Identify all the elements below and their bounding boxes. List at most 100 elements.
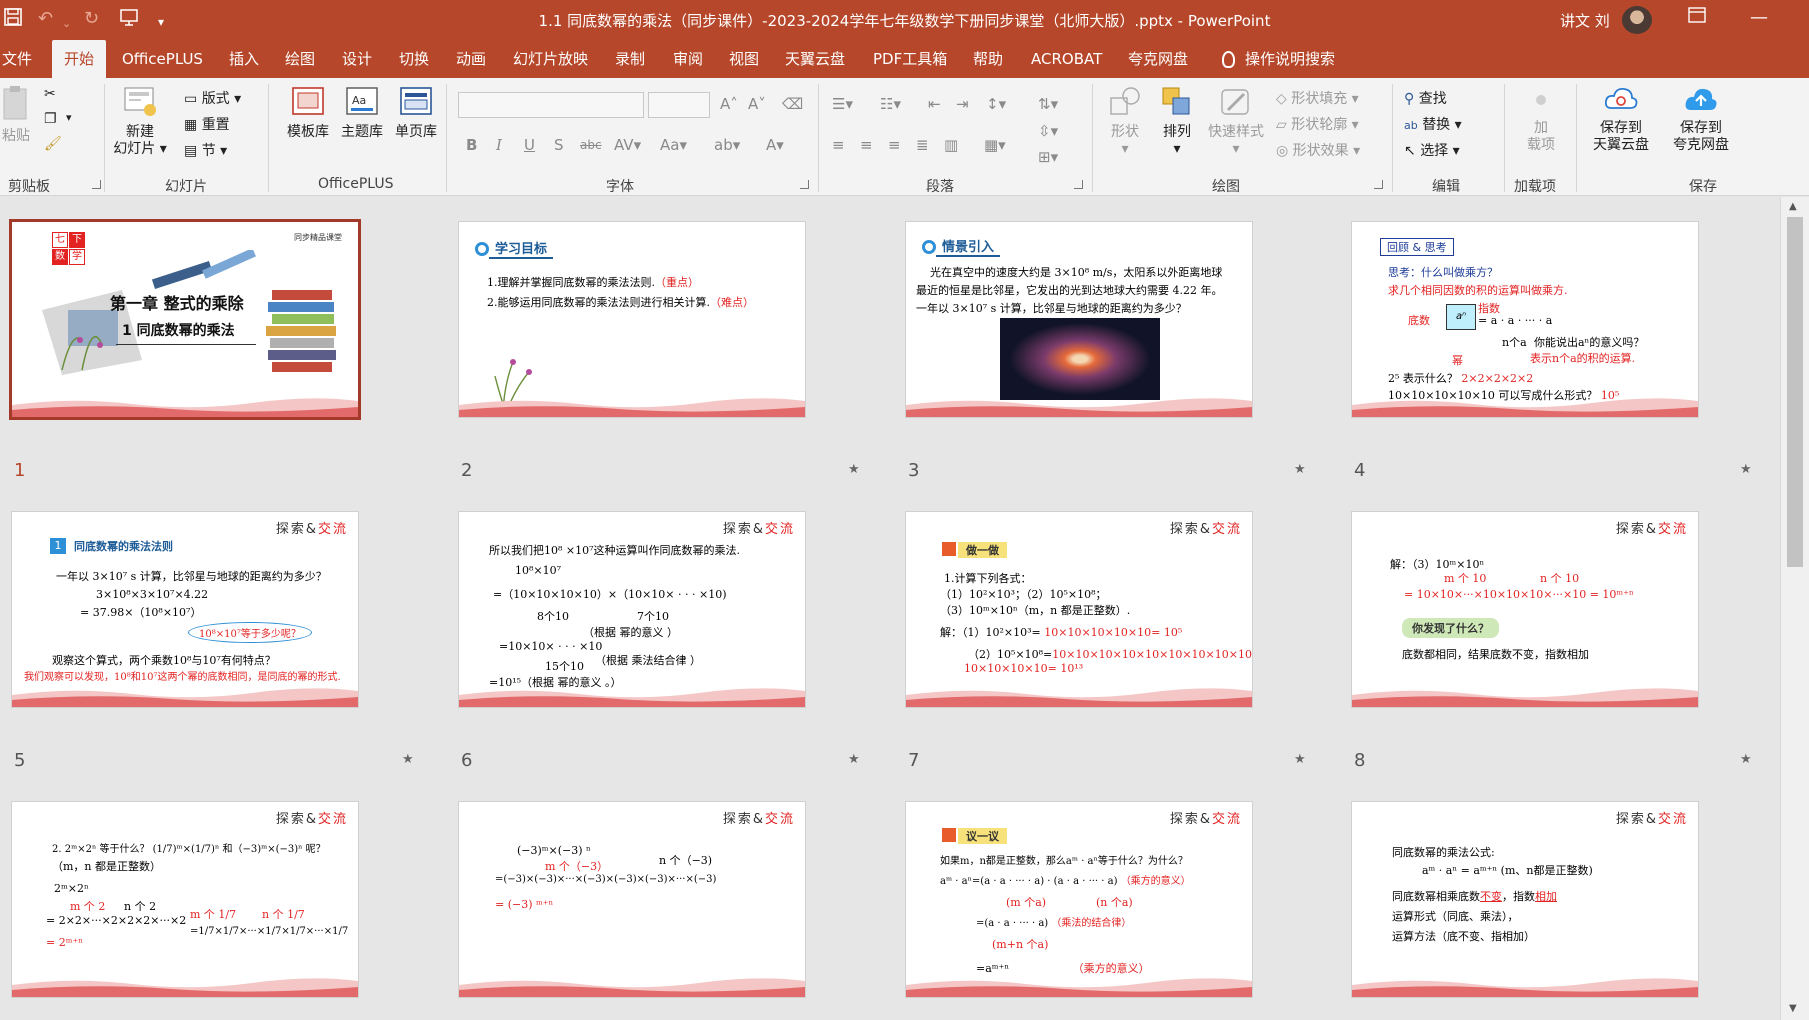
slide-thumbnail-1[interactable]: 七 下 数 学 同步精品课堂 第一章 整式的乘除 1 同底数幂的乘法 [12,222,358,417]
section-button[interactable]: ▤ 节 ▾ [184,140,227,160]
copy-dropdown-icon[interactable]: ▾ [66,111,72,124]
char-spacing-icon[interactable]: AV▾ [614,136,641,154]
tab-acrobat[interactable]: ACROBAT [1031,40,1102,78]
line-spacing-icon[interactable]: ↕▾ [986,95,1006,113]
replace-button[interactable]: ab 替换 ▾ [1404,114,1462,134]
slide-thumbnail-10[interactable]: 探索&交流 (−3)ᵐ×(−3) ⁿ m 个（−3） n 个（−3) =(−3)… [459,802,805,997]
change-case-icon[interactable]: Aa▾ [660,136,687,154]
align-right-icon[interactable]: ≡ [888,136,901,154]
tab-slideshow[interactable]: 幻灯片放映 [513,40,588,78]
slide-thumbnail-8[interactable]: 探索&交流 解：（3）10ᵐ×10ⁿ m 个 10 n 个 10 = 10×10… [1352,512,1698,707]
align-center-icon[interactable]: ≡ [860,136,873,154]
shape-outline-button[interactable]: ▱ 形状轮廓 ▾ [1276,114,1359,134]
shadow-icon[interactable]: S [554,136,564,154]
avatar[interactable] [1622,6,1652,34]
increase-font-icon[interactable]: A˄ [720,95,738,113]
tab-design[interactable]: 设计 [342,40,372,78]
scroll-down-icon[interactable]: ▼ [1789,1003,1797,1014]
shape-effects-button[interactable]: ◎ 形状效果 ▾ [1276,140,1360,160]
slide-thumbnail-4[interactable]: 回顾 & 思考 思考：什么叫做乘方？ 求几个相同因数的积的运算叫做乘方. 底数 … [1352,222,1698,417]
justify-icon[interactable]: ≣ [916,136,929,154]
shape-fill-button[interactable]: ◇ 形状填充 ▾ [1276,88,1359,108]
slide-thumbnail-2[interactable]: 学习目标 1.理解并掌握同底数幂的乘法法则.（重点） 2.能够运用同底数幂的乘法… [459,222,805,417]
format-painter-icon[interactable]: 🖌 [44,136,62,152]
layout-button[interactable]: ▭ 版式 ▾ [184,88,241,108]
animation-star-icon[interactable]: ★ [848,752,860,767]
copy-icon[interactable]: ❐ [44,111,57,127]
font-name-combo[interactable] [458,92,644,118]
animation-star-icon[interactable]: ★ [1740,462,1752,477]
slide-thumbnail-11[interactable]: 探索&交流 议一议 如果m，n都是正整数，那么aᵐ · aⁿ等于什么？为什么？ … [906,802,1252,997]
slide-thumbnail-5[interactable]: 探索&交流 1 同底数幂的乘法法则 一年以 3×10⁷ s 计算，比邻星与地球的… [12,512,358,707]
quick-styles-button[interactable]: 快速样式 ▾ [1204,84,1268,158]
cut-icon[interactable]: ✂ [44,86,56,102]
decrease-indent-icon[interactable]: ⇤ [928,95,941,113]
tell-me-search[interactable]: 操作说明搜索 [1222,40,1335,78]
find-button[interactable]: ⚲ 查找 [1404,88,1447,108]
ribbon-display-icon[interactable] [1688,7,1706,28]
tab-transitions[interactable]: 切换 [399,40,429,78]
animation-star-icon[interactable]: ★ [848,462,860,477]
tab-record[interactable]: 录制 [615,40,645,78]
tab-insert[interactable]: 插入 [229,40,259,78]
single-page-library-button[interactable]: 单页库 [390,84,442,141]
slide-thumbnail-6[interactable]: 探索&交流 所以我们把10⁸ ×10⁷这种运算叫作同底数幂的乘法. 10⁸×10… [459,512,805,707]
tab-help[interactable]: 帮助 [973,40,1003,78]
clear-format-icon[interactable]: ⌫ [782,95,803,113]
text-direction-icon[interactable]: ⇅▾ [1038,95,1058,113]
tab-home[interactable]: 开始 [52,40,107,78]
slide-thumbnail-9[interactable]: 探索&交流 2. 2ᵐ×2ⁿ 等于什么？ (1/7)ᵐ×(1/7)ⁿ 和（−3)… [12,802,358,997]
increase-indent-icon[interactable]: ⇥ [956,95,969,113]
tab-pdf-tools[interactable]: PDF工具箱 [873,40,947,78]
font-color-icon[interactable]: A▾ [766,136,784,154]
addins-button[interactable]: 加 载项 [1514,88,1568,154]
drawing-launcher-icon[interactable] [1374,180,1383,189]
paste-button[interactable]: 粘贴 [0,84,32,145]
smartart-icon[interactable]: ⊞▾ [1038,148,1058,166]
animation-star-icon[interactable]: ★ [1740,752,1752,767]
save-to-quark-button[interactable]: 保存到 夸克网盘 [1664,84,1738,154]
tab-file[interactable]: 文件 [2,40,32,78]
tab-officeplus[interactable]: OfficePLUS [122,40,203,78]
scroll-up-icon[interactable]: ▲ [1789,201,1797,212]
slide-thumbnail-7[interactable]: 探索&交流 做一做 1.计算下列各式： （1）10²×10³；（2）10⁵×10… [906,512,1252,707]
template-library-button[interactable]: 模板库 [282,84,334,141]
tab-draw[interactable]: 绘图 [285,40,315,78]
paragraph-launcher-icon[interactable] [1074,180,1083,189]
animation-star-icon[interactable]: ★ [1294,752,1306,767]
decrease-font-icon[interactable]: A˅ [748,95,766,113]
font-launcher-icon[interactable] [800,180,809,189]
font-size-combo[interactable] [648,92,710,118]
tab-review[interactable]: 审阅 [673,40,703,78]
save-to-tianyi-button[interactable]: 保存到 天翼云盘 [1584,84,1658,154]
new-slide-button[interactable]: 新建 幻灯片 ▾ [110,84,170,158]
user-name[interactable]: 讲文 刘 [1560,10,1610,31]
clipboard-launcher-icon[interactable] [92,180,101,189]
tab-view[interactable]: 视图 [729,40,759,78]
columns-icon[interactable]: ▦▾ [984,136,1006,154]
select-button[interactable]: ↖ 选择 ▾ [1404,140,1460,160]
tab-quark-drive[interactable]: 夸克网盘 [1128,40,1188,78]
scroll-thumb[interactable] [1787,217,1803,567]
slide-thumbnail-12[interactable]: 探索&交流 同底数幂的乘法公式: aᵐ · aⁿ = aᵐ⁺ⁿ (m、n都是正整… [1352,802,1698,997]
highlight-icon[interactable]: ab▾ [714,136,740,154]
animation-star-icon[interactable]: ★ [402,752,414,767]
shapes-button[interactable]: 形状 ▾ [1100,84,1150,158]
animation-star-icon[interactable]: ★ [1294,462,1306,477]
slide-thumbnail-3[interactable]: 情景引入 光在真空中的速度大约是 3×10⁸ m/s，太阳系以外距离地球 最近的… [906,222,1252,417]
tab-animations[interactable]: 动画 [456,40,486,78]
bold-icon[interactable]: B [466,136,477,154]
vertical-scrollbar[interactable]: ▲ ▼ [1780,197,1809,1020]
tab-tianyi-cloud[interactable]: 天翼云盘 [785,40,845,78]
distributed-icon[interactable]: ▥ [944,136,958,154]
arrange-button[interactable]: 排列 ▾ [1152,84,1202,158]
minimize-icon[interactable]: — [1750,7,1768,28]
numbering-icon[interactable]: ☷▾ [880,95,901,113]
theme-library-button[interactable]: Aa 主题库 [336,84,388,141]
bullets-icon[interactable]: ☰▾ [832,95,853,113]
reset-button[interactable]: ▦ 重置 [184,114,230,134]
strikethrough-icon[interactable]: abc [580,138,602,152]
underline-icon[interactable]: U [524,136,535,154]
align-left-icon[interactable]: ≡ [832,136,845,154]
align-text-icon[interactable]: ⇳▾ [1038,122,1058,140]
